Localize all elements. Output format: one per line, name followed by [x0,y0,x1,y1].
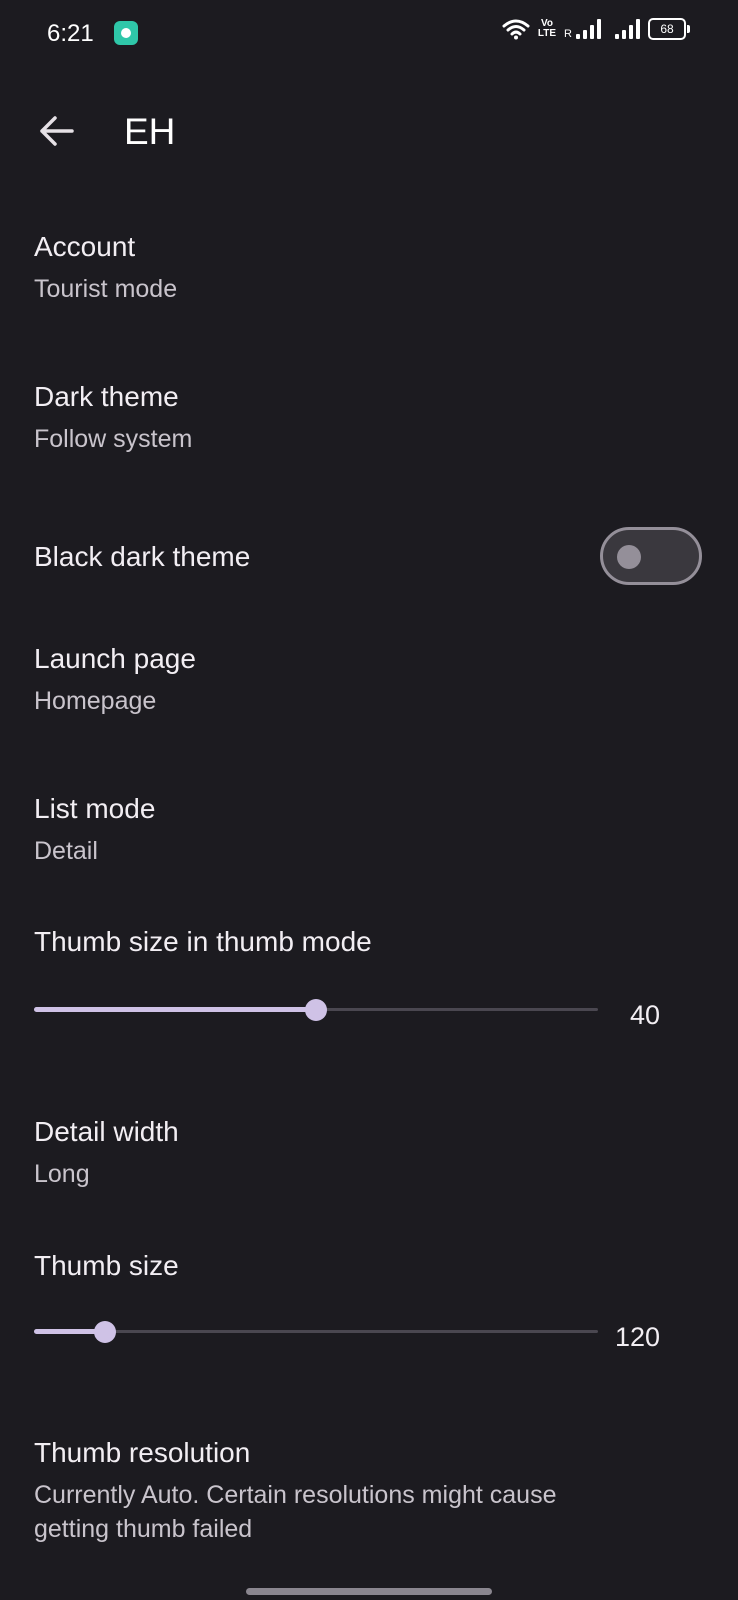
pref-summary: Currently Auto. Certain resolutions migh… [34,1478,694,1546]
slider-thumb[interactable] [93,1321,116,1343]
pref-account[interactable]: Account Tourist mode [34,230,694,306]
pref-title: Account [34,231,136,262]
pref-summary: Detail [34,837,98,865]
black-dark-theme-switch[interactable] [600,527,702,585]
pref-summary-line: getting thumb failed [34,1515,253,1543]
pref-title: Black dark theme [34,541,251,572]
signal-icon-sim2 [615,19,640,39]
thumb-size-slider[interactable] [34,1312,598,1352]
gesture-nav-handle[interactable] [246,1588,492,1595]
pref-dark-theme[interactable]: Dark theme Follow system [34,380,694,456]
status-icons: Vo LTE R 68 [502,18,690,40]
app-notification-icon [114,21,138,45]
pref-thumb-size: Thumb size [34,1249,694,1283]
pref-summary: Follow system [34,425,193,453]
slider-track [34,1330,598,1333]
pref-thumb-resolution[interactable]: Thumb resolution Currently Auto. Certain… [34,1436,694,1546]
arrow-back-icon [40,116,74,146]
thumb-size-thumb-mode-slider[interactable] [34,990,598,1030]
pref-launch-page[interactable]: Launch page Homepage [34,642,694,718]
switch-knob [617,545,641,569]
pref-summary: Long [34,1160,90,1188]
volte-icon: Vo LTE [538,19,556,39]
pref-summary: Homepage [34,687,157,715]
pref-black-dark-theme[interactable]: Black dark theme [34,540,574,574]
pref-title: Thumb size in thumb mode [34,926,372,957]
pref-detail-width[interactable]: Detail width Long [34,1115,694,1191]
slider-active-track [34,1007,316,1012]
slider-value: 120 [614,1322,660,1352]
top-app-bar: EH [0,88,738,178]
signal-icon-sim1 [576,19,601,39]
pref-title: Launch page [34,643,196,674]
pref-title: List mode [34,793,156,824]
wifi-icon [502,19,530,40]
slider-value: 40 [629,1000,660,1030]
pref-summary-line: Currently Auto. Certain resolutions migh… [34,1481,557,1509]
volte-bottom-label: LTE [537,28,557,39]
battery-icon: 68 [648,18,690,40]
status-time: 6:21 [47,20,94,47]
status-bar: 6:21 Vo LTE R 68 [0,0,738,68]
roaming-indicator: R [564,28,572,40]
slider-thumb[interactable] [305,999,327,1021]
pref-title: Detail width [34,1116,179,1147]
pref-title: Thumb size [34,1250,179,1281]
pref-thumb-size-thumb-mode: Thumb size in thumb mode [34,925,694,959]
pref-title: Thumb resolution [34,1437,251,1468]
pref-list-mode[interactable]: List mode Detail [34,792,694,868]
back-button[interactable] [34,108,80,154]
pref-title: Dark theme [34,381,179,412]
page-title: EH [124,111,176,152]
pref-summary: Tourist mode [34,275,178,303]
